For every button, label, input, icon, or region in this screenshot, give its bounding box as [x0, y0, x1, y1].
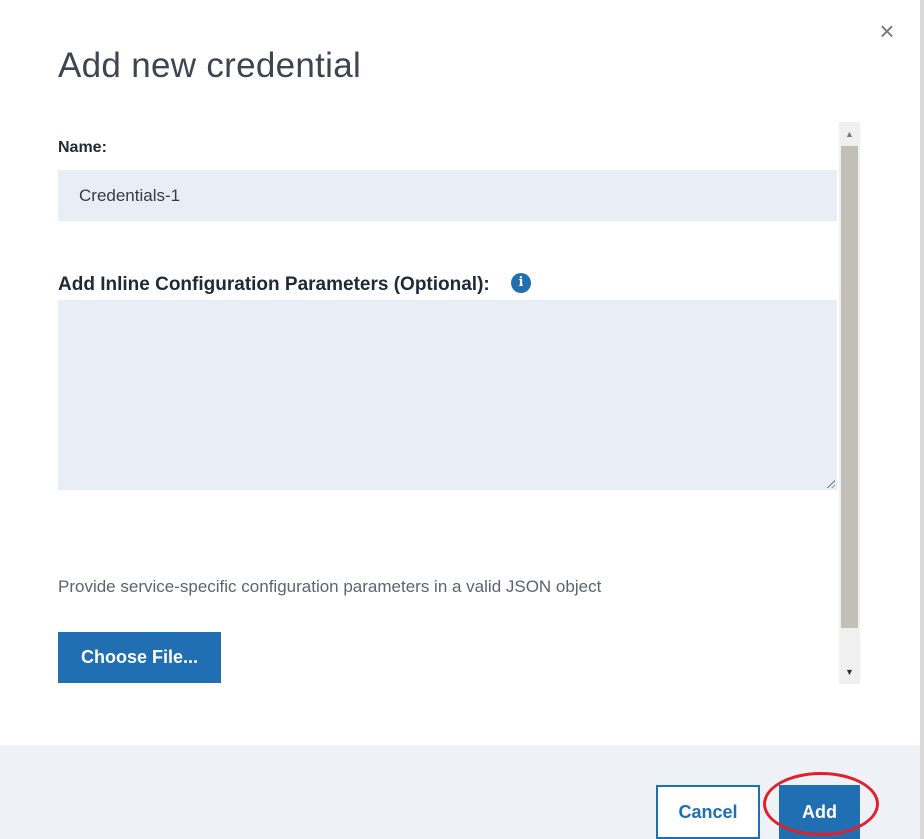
add-credential-dialog: × Add new credential Name: Add Inline Co…: [0, 0, 920, 839]
name-input[interactable]: [58, 170, 837, 221]
add-button[interactable]: Add: [779, 785, 860, 839]
scrollbar-thumb[interactable]: [841, 146, 858, 628]
close-icon[interactable]: ×: [876, 18, 898, 44]
resize-grip-icon[interactable]: [826, 479, 835, 488]
scroll-down-arrow-icon[interactable]: ▼: [839, 660, 860, 684]
dialog-title: Add new credential: [58, 46, 362, 85]
choose-file-button[interactable]: Choose File...: [58, 632, 221, 683]
background-page-edge: [920, 0, 924, 839]
helper-text: Provide service-specific configuration p…: [58, 577, 602, 596]
vertical-scrollbar[interactable]: ▲ ▼: [839, 122, 860, 684]
name-label: Name:: [58, 139, 107, 156]
cancel-button[interactable]: Cancel: [656, 785, 760, 839]
params-label: Add Inline Configuration Parameters (Opt…: [58, 274, 490, 295]
info-icon[interactable]: i: [511, 273, 531, 293]
scroll-up-arrow-icon[interactable]: ▲: [839, 122, 860, 146]
params-textarea[interactable]: [58, 300, 837, 490]
